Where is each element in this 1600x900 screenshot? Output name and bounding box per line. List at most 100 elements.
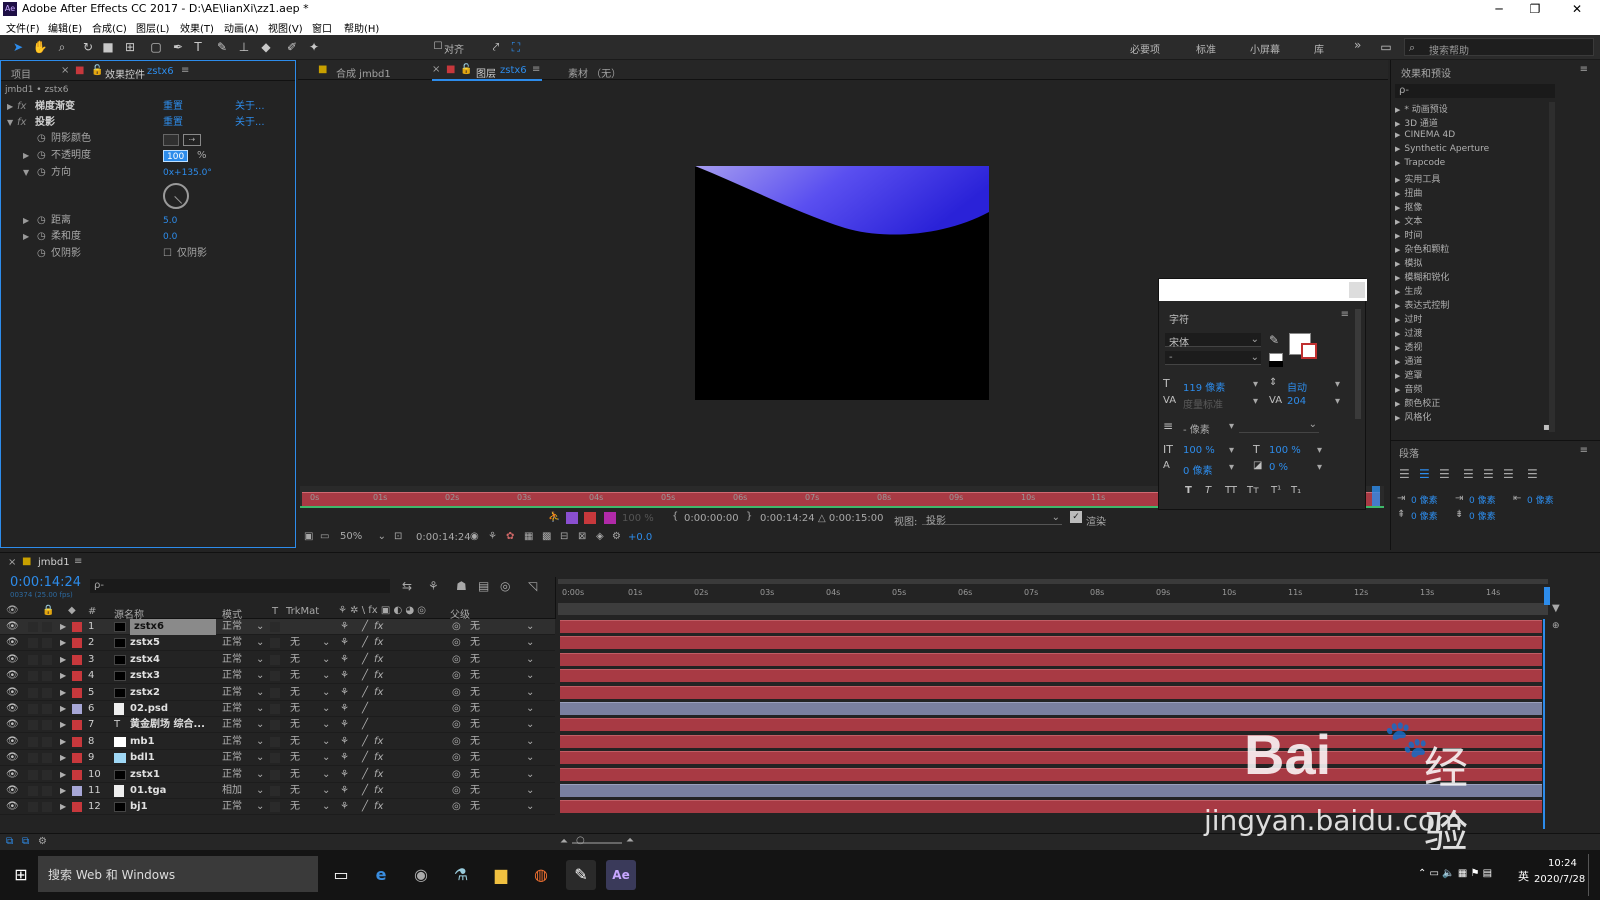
camera-tool-icon[interactable]: ■ (100, 39, 116, 55)
visibility-eye-icon[interactable]: 👁 (6, 668, 19, 684)
panel-menu-icon[interactable]: ≡ (1580, 445, 1588, 456)
parent-pickwhip-icon[interactable]: ◎ (452, 635, 461, 651)
expand-arrow-icon[interactable]: ▶ (1395, 414, 1400, 422)
lock-box[interactable] (42, 654, 52, 665)
scrollbar[interactable] (1549, 102, 1555, 432)
solo-box[interactable] (28, 720, 38, 731)
about-link[interactable]: 关于... (235, 99, 265, 115)
tracking-value[interactable]: 204 (1287, 396, 1306, 407)
fx-switch-icon[interactable]: fx (374, 734, 383, 750)
baseline-shift-value[interactable]: 0 像素 (1183, 462, 1213, 477)
eyedropper-icon[interactable]: ✎ (1269, 333, 1279, 347)
parent-pickwhip-icon[interactable]: ◎ (452, 717, 461, 733)
text-tool-icon[interactable]: T (190, 39, 206, 55)
expand-arrow-icon[interactable]: ▶ (60, 701, 66, 717)
layer-duration-bar[interactable] (560, 620, 1542, 633)
effect-category-item[interactable]: ▶ 模糊和锐化 (1395, 270, 1449, 283)
current-time-indicator[interactable] (1372, 486, 1380, 508)
app-icon[interactable]: ⚗ (446, 860, 476, 890)
layer-row[interactable]: 👁 ▶ 5 zstx2 正常 ⌄ 无 ⌄ ⚘ ╱ fx ◎ 无 ⌄ (0, 685, 555, 701)
expand-arrow-icon[interactable]: ▶ (1395, 120, 1400, 128)
chevron-down-icon[interactable]: ▾ (1317, 445, 1322, 456)
selection-tool-icon[interactable]: ➤ (10, 39, 26, 55)
render-checkbox[interactable]: ✓ (1070, 511, 1082, 523)
transparency-grid-icon[interactable]: ▩ (542, 531, 551, 542)
parent-pickwhip-icon[interactable]: ◎ (452, 750, 461, 766)
menu-layer[interactable]: 图层(L) (136, 20, 169, 35)
visibility-eye-icon[interactable]: 👁 (6, 717, 19, 733)
comp-marker-icon[interactable]: ▼ (1552, 603, 1560, 614)
lock-box[interactable] (42, 704, 52, 714)
menu-help[interactable]: 帮助(H) (344, 20, 379, 35)
paint-icon[interactable]: ✎ (566, 860, 596, 890)
expand-arrow-icon[interactable]: ▶ (1395, 302, 1400, 310)
preserve-transparency-box[interactable] (270, 704, 280, 714)
expand-arrow-icon[interactable]: ▶ (60, 668, 66, 684)
hand-tool-icon[interactable]: ✋ (32, 39, 48, 55)
person-icon[interactable]: ⛹ (548, 512, 560, 523)
magnify-icon[interactable]: ▣ (304, 531, 313, 542)
stopwatch-icon[interactable]: ◷ (37, 131, 46, 147)
preserve-transparency-box[interactable] (270, 720, 280, 731)
chevron-down-icon[interactable]: ▾ (1253, 396, 1258, 407)
visibility-eye-icon[interactable]: 👁 (6, 652, 19, 668)
expand-arrow-icon[interactable]: ▶ (1395, 344, 1400, 352)
tab-close-icon[interactable]: × (432, 64, 440, 75)
shy-switch-icon[interactable]: ⚘ (340, 635, 349, 651)
layer-name[interactable]: bdl1 (130, 750, 155, 766)
layer-duration-bar[interactable] (560, 652, 1542, 666)
effect-category-item[interactable]: ▶ 遮罩 (1395, 368, 1422, 381)
workspace-essentials[interactable]: 必要项 (1130, 41, 1160, 56)
layer-row[interactable]: 👁 ▶ 7 T 黄金剧场 综合... 正常 ⌄ 无 ⌄ ⚘ ╱ ◎ 无 ⌄ (0, 717, 555, 734)
effect-category-item[interactable]: ▶ 过时 (1395, 312, 1422, 325)
transfer-controls-icon[interactable]: ⧉ (22, 836, 29, 847)
visibility-eye-icon[interactable]: 👁 (6, 635, 19, 651)
layer-name[interactable]: zstx1 (130, 767, 160, 783)
effect-category-item[interactable]: ▶ 音频 (1395, 382, 1422, 395)
preserve-transparency-box[interactable] (270, 736, 280, 747)
effect-category-item[interactable]: ▶ 通道 (1395, 354, 1422, 367)
graph-editor-icon[interactable]: ◹ (528, 579, 537, 593)
rectangle-tool-icon[interactable]: ▢ (148, 39, 164, 55)
menu-animation[interactable]: 动画(A) (224, 20, 259, 35)
font-family-dropdown[interactable]: 宋体 ⌄ (1165, 333, 1261, 349)
fx-switch-icon[interactable]: fx (374, 652, 383, 668)
preserve-transparency-box[interactable] (270, 622, 280, 632)
show-snapshot-icon[interactable]: ⚘ (488, 531, 497, 542)
quality-switch-icon[interactable]: ╱ (362, 635, 368, 651)
menu-effect[interactable]: 效果(T) (180, 20, 214, 35)
effect-row-drop-shadow[interactable]: ▼ fx 投影 重置 关于... (1, 115, 295, 131)
layer-label-color[interactable] (72, 736, 82, 747)
effect-category-item[interactable]: ▶ 文本 (1395, 214, 1422, 227)
layer-name[interactable]: zstx2 (130, 685, 160, 701)
color-icon[interactable] (604, 512, 616, 524)
visibility-eye-icon[interactable]: 👁 (6, 799, 19, 815)
panel-menu-icon[interactable]: ≡ (532, 64, 540, 75)
quality-switch-icon[interactable]: ╱ (362, 668, 368, 684)
layer-label-color[interactable] (72, 704, 82, 714)
parent-pickwhip-icon[interactable]: ◎ (452, 668, 461, 684)
lock-box[interactable] (42, 671, 52, 682)
stopwatch-icon[interactable]: ◷ (37, 213, 46, 229)
effect-category-item[interactable]: ▶ 风格化 (1395, 410, 1431, 423)
expand-arrow-icon[interactable]: ▶ (60, 619, 66, 635)
kerning-value[interactable]: 度量标准 (1183, 396, 1223, 411)
workspace-small-screen[interactable]: 小屏幕 (1250, 41, 1280, 56)
layer-row[interactable]: 👁 ▶ 6 02.psd 正常 ⌄ 无 ⌄ ⚘ ╱ ◎ 无 ⌄ (0, 701, 555, 717)
tab-close-icon[interactable]: × (8, 557, 16, 568)
align-center-icon[interactable]: ☰ (1419, 467, 1430, 481)
expand-arrow-icon[interactable]: ▶ (1395, 176, 1400, 184)
expand-arrow-icon[interactable]: ▶ (60, 635, 66, 651)
stroke-type-dropdown[interactable]: ⌄ (1239, 419, 1319, 433)
chrome-icon[interactable]: ◉ (406, 860, 436, 890)
solo-box[interactable] (28, 753, 38, 764)
effect-category-item[interactable]: ▶ 透视 (1395, 340, 1422, 353)
layer-name[interactable]: 黄金剧场 综合... (130, 717, 205, 733)
exposure-value[interactable]: +0.0 (628, 532, 652, 543)
expand-arrow-icon[interactable]: ▶ (1395, 372, 1400, 380)
effect-category-item[interactable]: ▶ * 动画预设 (1395, 102, 1448, 115)
expand-arrow-icon[interactable]: ▶ (7, 99, 13, 115)
effect-category-item[interactable]: ▶ 杂色和颗粒 (1395, 242, 1449, 255)
parent-pickwhip-icon[interactable]: ◎ (452, 701, 461, 717)
parent-pickwhip-icon[interactable]: ◎ (452, 619, 461, 635)
